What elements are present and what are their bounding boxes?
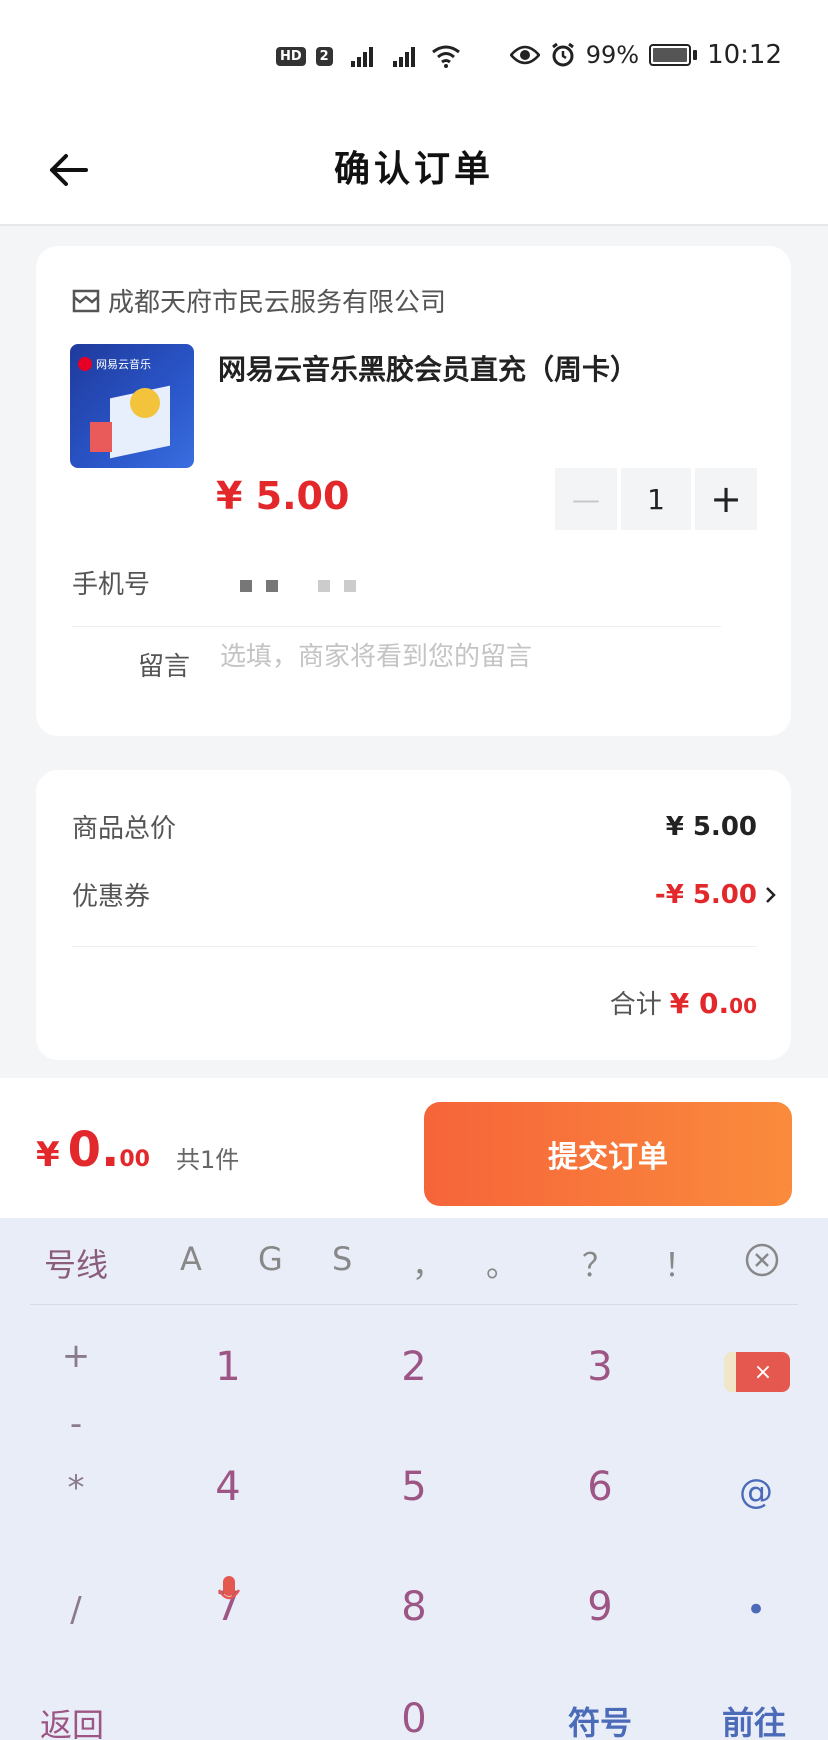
submit-order-button[interactable]: 提交订单	[424, 1102, 792, 1206]
store-icon	[72, 289, 100, 312]
key-s[interactable]: S	[332, 1240, 352, 1278]
key-4[interactable]: 4	[198, 1464, 258, 1510]
alarm-icon	[551, 42, 574, 67]
keyboard-separator	[30, 1304, 798, 1305]
signal-icon	[392, 45, 415, 67]
key-period[interactable]: 。	[486, 1240, 518, 1286]
key-dot[interactable]: •	[726, 1590, 786, 1630]
divider	[72, 626, 721, 627]
item-count: 共1件	[176, 1146, 240, 1174]
key-go[interactable]: 前往	[704, 1698, 804, 1740]
key-9[interactable]: 9	[570, 1584, 630, 1630]
key-5[interactable]: 5	[384, 1464, 444, 1510]
key-question[interactable]: ？	[582, 1240, 614, 1286]
sim-badge: 2	[315, 46, 333, 66]
battery-icon	[649, 44, 698, 66]
decrease-quantity-button[interactable]: —	[555, 468, 617, 530]
key-at[interactable]: @	[726, 1472, 786, 1512]
total-row: 合计 ¥ 0.00	[610, 984, 757, 1021]
battery-percent: 99%	[585, 41, 640, 69]
message-label: 留言	[138, 652, 191, 682]
order-item-card: 成都天府市民云服务有限公司 网易云音乐 网易云音乐黑胶会员直充（周卡） ¥ 5.…	[36, 246, 791, 736]
key-hao-xian[interactable]: 号线	[44, 1240, 108, 1286]
total-label: 合计	[609, 990, 662, 1020]
hd-badge: HD	[276, 46, 306, 66]
message-input[interactable]	[220, 642, 720, 672]
status-bar: HD 2 99% 10:12	[0, 0, 828, 120]
goods-total-value: ¥ 5.00	[665, 811, 757, 842]
goods-total-row: 商品总价 ¥ 5.00	[72, 808, 757, 845]
product-image[interactable]: 网易云音乐	[70, 344, 194, 468]
numeric-keyboard: 号线 A G S ， 。 ？ ！ + - * / 1 2 3 4 5 6 7 8…	[0, 1218, 828, 1740]
product-title[interactable]: 网易云音乐黑胶会员直充（周卡）	[218, 348, 638, 388]
delete-key[interactable]: ×	[724, 1352, 790, 1392]
key-exclaim[interactable]: ！	[664, 1240, 696, 1286]
key-plus[interactable]: +	[46, 1336, 106, 1376]
clear-circle-icon[interactable]	[744, 1242, 780, 1278]
status-left: HD 2	[276, 44, 461, 68]
microphone-icon[interactable]	[218, 1576, 240, 1610]
coupon-value: -¥ 5.00	[654, 879, 757, 910]
goods-total-label: 商品总价	[72, 814, 177, 844]
payable-amount: ¥ 0. 00	[36, 1122, 150, 1178]
key-symbols[interactable]: 符号	[550, 1698, 650, 1740]
quantity-stepper: — 1 +	[555, 468, 757, 530]
key-8[interactable]: 8	[384, 1584, 444, 1630]
phone-label: 手机号	[72, 570, 151, 600]
key-minus[interactable]: -	[46, 1404, 106, 1444]
divider	[72, 946, 757, 947]
submit-bar: ¥ 0. 00 共1件 提交订单	[0, 1078, 828, 1218]
clock-time: 10:12	[707, 40, 782, 70]
netease-music-logo: 网易云音乐	[78, 356, 151, 372]
coupon-row[interactable]: 优惠券 -¥ 5.00	[72, 876, 776, 913]
page-title: 确认订单	[333, 149, 494, 190]
quantity-value[interactable]: 1	[621, 468, 691, 530]
key-1[interactable]: 1	[198, 1344, 258, 1390]
key-6[interactable]: 6	[570, 1464, 630, 1510]
shop-name: 成都天府市民云服务有限公司	[108, 288, 447, 318]
price-summary-card: 商品总价 ¥ 5.00 优惠券 -¥ 5.00 合计 ¥ 0.00	[36, 770, 791, 1060]
coupon-label: 优惠券	[72, 882, 151, 912]
product-price: ¥ 5.00	[216, 474, 350, 518]
total-value: ¥ 0.00	[669, 987, 757, 1020]
key-g[interactable]: G	[258, 1240, 283, 1278]
key-3[interactable]: 3	[570, 1344, 630, 1390]
key-0[interactable]: 0	[384, 1696, 444, 1740]
keyboard-candidate-row: 号线 A G S ， 。 ？ ！	[0, 1218, 828, 1304]
key-comma[interactable]: ，	[412, 1240, 444, 1286]
key-slash[interactable]: /	[46, 1590, 106, 1630]
nav-bar: 确认订单	[0, 120, 828, 226]
key-asterisk[interactable]: *	[46, 1468, 106, 1508]
key-back[interactable]: 返回	[22, 1700, 122, 1740]
signal-icon	[350, 45, 373, 67]
status-right: 99% 10:12	[509, 40, 782, 70]
wifi-icon	[431, 45, 460, 68]
phone-number-masked[interactable]	[240, 580, 356, 592]
shop-row[interactable]: 成都天府市民云服务有限公司	[72, 282, 446, 319]
key-2[interactable]: 2	[384, 1344, 444, 1390]
key-a[interactable]: A	[180, 1240, 202, 1278]
eye-icon	[509, 45, 540, 65]
chevron-right-icon[interactable]	[765, 885, 777, 905]
increase-quantity-button[interactable]: +	[695, 468, 757, 530]
